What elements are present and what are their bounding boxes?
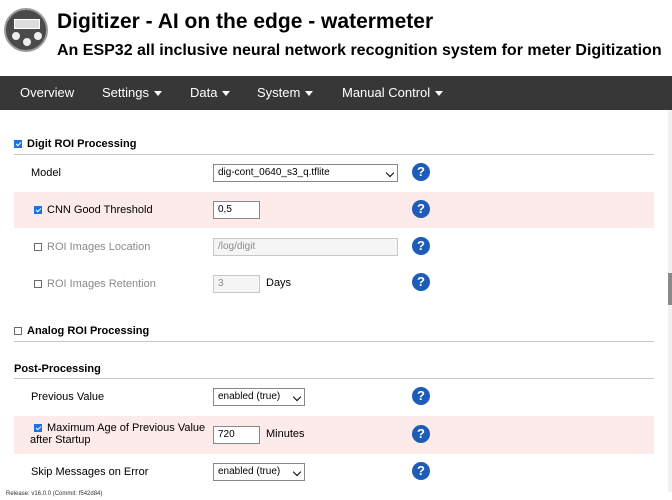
chevron-down-icon xyxy=(292,467,302,477)
divider xyxy=(14,154,654,155)
analog-roi-checkbox[interactable] xyxy=(14,327,22,335)
page-title: Digitizer - AI on the edge - watermeter xyxy=(57,10,434,33)
help-icon[interactable]: ? xyxy=(412,200,430,218)
section-post-processing: Post-Processing xyxy=(14,363,101,375)
row-model: Model dig-cont_0640_s3_q.tflite ? xyxy=(14,158,654,188)
help-icon[interactable]: ? xyxy=(412,425,430,443)
cnn-threshold-checkbox[interactable] xyxy=(34,206,42,214)
roi-images-retention-checkbox[interactable] xyxy=(34,280,42,288)
chevron-down-icon xyxy=(153,91,162,97)
main-nav: Overview Settings Data System Manual Con… xyxy=(0,76,672,110)
chevron-down-icon xyxy=(222,91,231,97)
max-age-input[interactable]: 720 xyxy=(213,426,260,444)
chevron-down-icon xyxy=(292,392,302,402)
retention-unit: Days xyxy=(266,277,292,289)
page-subtitle: An ESP32 all inclusive neural network re… xyxy=(57,42,662,59)
help-icon[interactable]: ? xyxy=(412,273,430,291)
skip-messages-label: Skip Messages on Error xyxy=(31,466,149,478)
cnn-threshold-label: CNN Good Threshold xyxy=(34,204,153,216)
roi-images-location-label: ROI Images Location xyxy=(34,241,150,253)
roi-images-location-input[interactable]: /log/digit xyxy=(213,238,398,256)
cnn-threshold-input[interactable]: 0,5 xyxy=(213,201,260,219)
row-max-age: Maximum Age of Previous Value after Star… xyxy=(14,416,654,454)
row-previous-value: Previous Value enabled (true) ? xyxy=(14,382,654,412)
max-age-unit: Minutes xyxy=(266,428,305,440)
help-icon[interactable]: ? xyxy=(412,387,430,405)
previous-value-label: Previous Value xyxy=(31,391,105,403)
chevron-down-icon xyxy=(435,91,444,97)
row-roi-images-retention: ROI Images Retention 3 Days ? xyxy=(14,269,654,299)
nav-settings[interactable]: Settings xyxy=(102,76,162,110)
nav-overview[interactable]: Overview xyxy=(20,76,74,110)
nav-system[interactable]: System xyxy=(257,76,314,110)
max-age-checkbox[interactable] xyxy=(34,424,42,432)
nav-manual-control[interactable]: Manual Control xyxy=(342,76,444,110)
chevron-down-icon xyxy=(385,168,395,178)
digit-roi-checkbox[interactable] xyxy=(14,140,22,148)
chevron-down-icon xyxy=(305,91,314,97)
previous-value-select[interactable]: enabled (true) xyxy=(213,388,305,406)
help-icon[interactable]: ? xyxy=(412,462,430,480)
divider xyxy=(14,378,654,379)
roi-images-retention-label: ROI Images Retention xyxy=(34,278,156,290)
nav-data[interactable]: Data xyxy=(190,76,231,110)
model-label: Model xyxy=(31,167,61,179)
help-icon[interactable]: ? xyxy=(412,237,430,255)
app-logo xyxy=(4,8,48,52)
max-age-label: Maximum Age of Previous Value after Star… xyxy=(30,422,206,446)
release-info: Release: v16.0.0 (Commit: f542d84) xyxy=(6,491,103,497)
roi-images-location-checkbox[interactable] xyxy=(34,243,42,251)
section-digit-roi: Digit ROI Processing xyxy=(14,138,136,150)
scrollbar-thumb[interactable] xyxy=(668,273,672,305)
row-skip-messages: Skip Messages on Error enabled (true) ? xyxy=(14,457,654,487)
model-select[interactable]: dig-cont_0640_s3_q.tflite xyxy=(213,164,398,182)
row-cnn-threshold: CNN Good Threshold 0,5 ? xyxy=(14,192,654,228)
page-header: Digitizer - AI on the edge - watermeter … xyxy=(0,0,672,76)
skip-messages-select[interactable]: enabled (true) xyxy=(213,463,305,481)
row-roi-images-location: ROI Images Location /log/digit ? xyxy=(14,232,654,262)
section-analog-roi: Analog ROI Processing xyxy=(14,325,149,337)
help-icon[interactable]: ? xyxy=(412,163,430,181)
divider xyxy=(14,341,654,342)
roi-images-retention-input[interactable]: 3 xyxy=(213,275,260,293)
